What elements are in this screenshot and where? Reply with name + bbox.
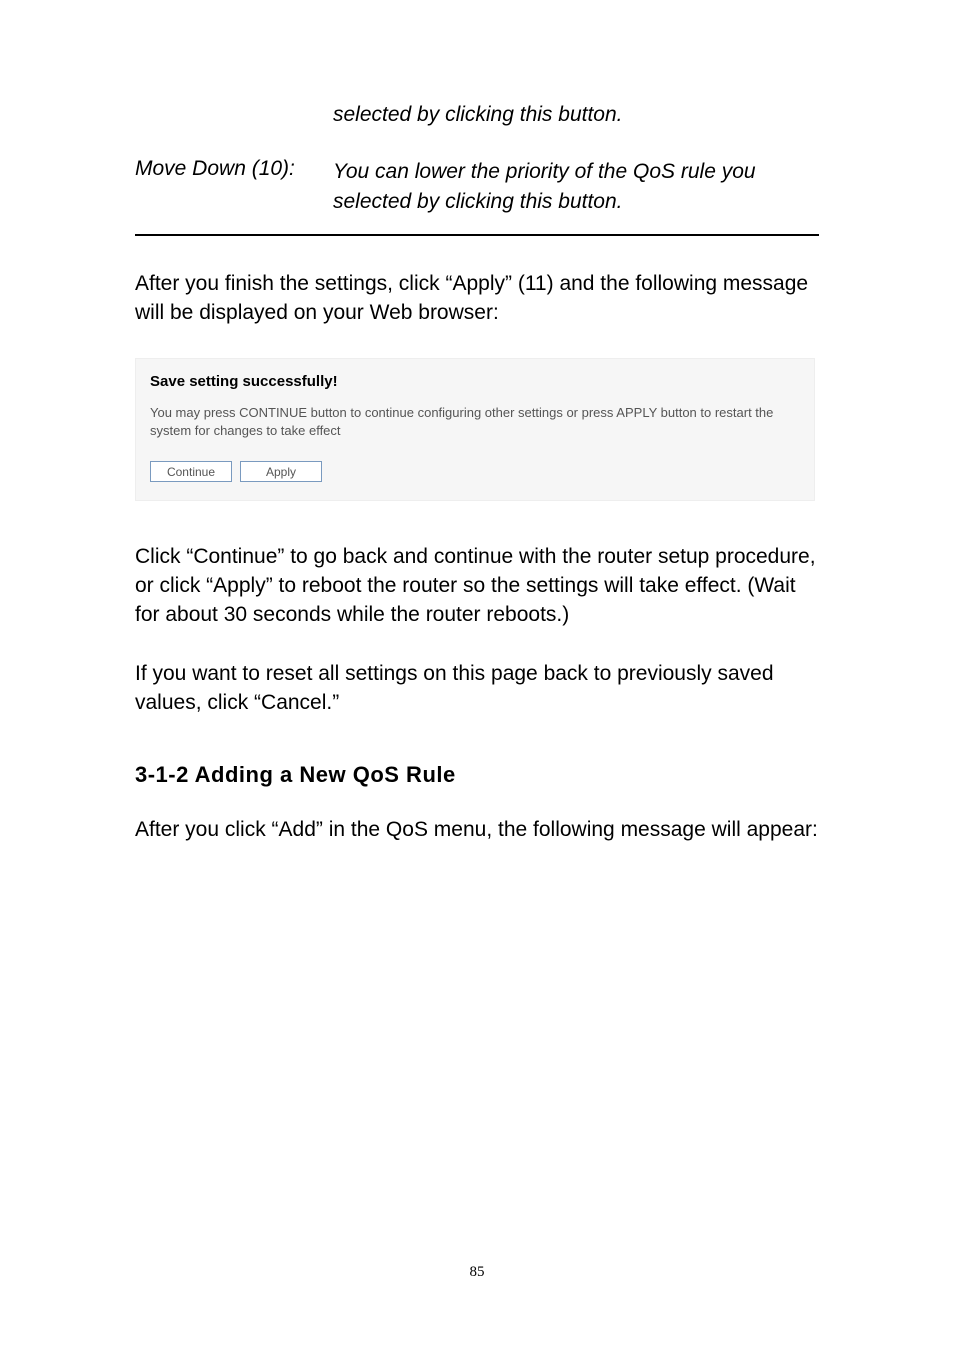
dialog-title: Save setting successfully! bbox=[150, 373, 800, 390]
page-number: 85 bbox=[0, 1264, 954, 1281]
move-down-label: Move Down (10): bbox=[135, 157, 333, 216]
apply-button[interactable]: Apply bbox=[240, 461, 322, 482]
click-continue-text: Click “Continue” to go back and continue… bbox=[135, 543, 819, 630]
reset-text: If you want to reset all settings on thi… bbox=[135, 660, 819, 718]
after-finish-text: After you finish the settings, click “Ap… bbox=[135, 270, 819, 328]
move-down-row: Move Down (10): You can lower the priori… bbox=[135, 157, 819, 216]
dialog-buttons-row: Continue Apply bbox=[150, 461, 800, 482]
continue-button[interactable]: Continue bbox=[150, 461, 232, 482]
section-divider bbox=[135, 234, 819, 236]
save-dialog: Save setting successfully! You may press… bbox=[135, 358, 815, 501]
section-heading-3-1-2: 3-1-2 Adding a New QoS Rule bbox=[135, 762, 819, 788]
after-add-text: After you click “Add” in the QoS menu, t… bbox=[135, 816, 819, 845]
move-down-desc: You can lower the priority of the QoS ru… bbox=[333, 157, 819, 216]
selected-by-text-1: selected by clicking this button. bbox=[135, 100, 819, 129]
dialog-desc: You may press CONTINUE button to continu… bbox=[150, 404, 800, 439]
